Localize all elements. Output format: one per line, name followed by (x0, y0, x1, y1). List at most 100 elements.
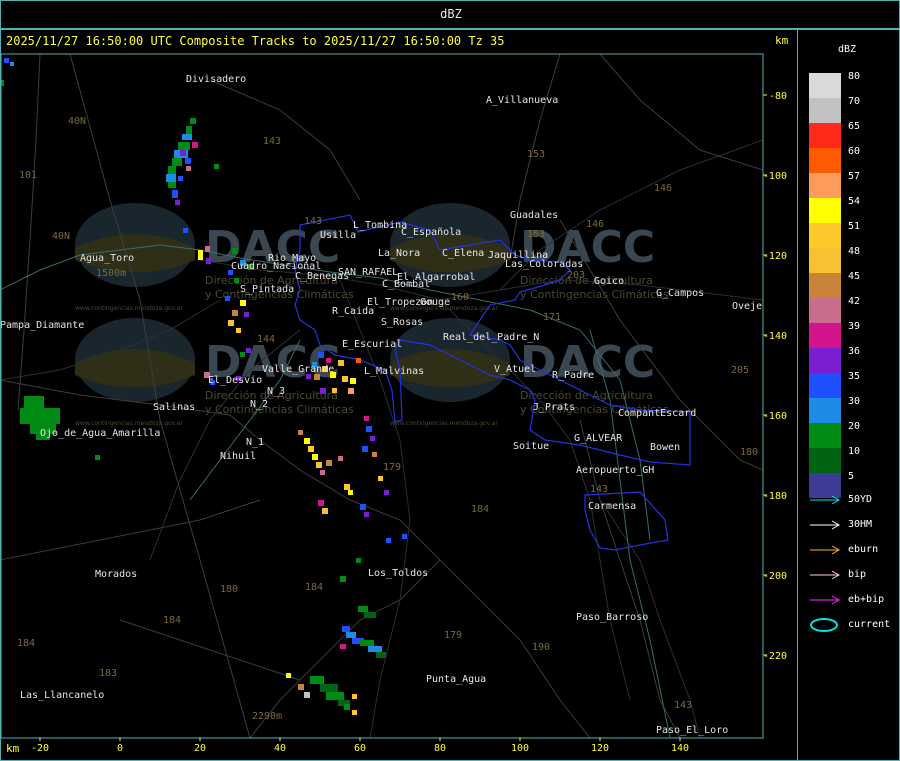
place-label: R_Padre (552, 370, 594, 381)
echo-cell (338, 360, 344, 366)
echo-cell (228, 320, 234, 326)
echo-cell (378, 476, 383, 481)
echo-cell (192, 142, 198, 148)
echo-cell (344, 484, 350, 490)
x-tick-label: 100 (511, 743, 529, 754)
place-label: L_Tombina (353, 220, 407, 231)
route-label: 146 (586, 219, 604, 230)
place-label: El_Desvio (208, 375, 262, 386)
x-tick-label: 140 (671, 743, 689, 754)
place-label: Guadales (510, 210, 558, 221)
echo-cell (175, 200, 180, 205)
echo-cell (352, 694, 357, 699)
legend-swatch (809, 173, 841, 198)
echo-cell (20, 408, 60, 424)
echo-cell (326, 358, 331, 363)
echo-cell (95, 455, 100, 460)
route-label: 143 (263, 136, 281, 147)
legend-track-label: current (848, 619, 891, 630)
legend-swatch (809, 273, 841, 298)
route-label: 153 (527, 229, 545, 240)
legend-track-label: 30HM (848, 519, 873, 530)
place-label: Soitue (513, 441, 549, 452)
route-label: 183 (99, 668, 117, 679)
route-label: 160 (451, 292, 469, 303)
legend-swatch (809, 73, 841, 98)
echo-cell (326, 692, 344, 700)
y-axis-ticks: -80 -100 -120 -140 -160 -180 -200 -220 (763, 91, 787, 662)
radar-map[interactable]: DACCDirección de Agriculturay Contingenc… (0, 0, 798, 761)
place-label: C_Bombal (382, 279, 430, 290)
echo-cell (376, 652, 386, 658)
x-tick-label: 40 (274, 743, 286, 754)
place-label: E_Escurial (342, 339, 402, 350)
place-label: Real_del_Padre_N (443, 332, 539, 343)
place-label: Ovejero (732, 301, 774, 312)
echo-cell (318, 500, 324, 506)
place-label: V_Atuel (494, 364, 536, 375)
echo-cell (24, 396, 44, 408)
current-track-icon (810, 618, 838, 632)
echo-cell (356, 558, 361, 563)
legend-swatch (809, 423, 841, 448)
route-label: 203 (567, 270, 585, 281)
echo-cell (286, 673, 291, 678)
echo-cell (362, 446, 368, 452)
echo-cell (342, 626, 350, 632)
place-label: Nihuil (220, 451, 256, 462)
legend-value: 48 (848, 246, 861, 257)
legend-value: 54 (848, 196, 861, 207)
echo-cell (4, 58, 9, 63)
echo-cell (358, 606, 368, 612)
place-label: S_Rosas (381, 317, 423, 328)
echo-cell (304, 692, 310, 698)
route-label: 205 (731, 365, 749, 376)
route-label: 101 (19, 170, 37, 181)
place-label: G_ALVEAR (574, 433, 623, 444)
legend-swatch (809, 223, 841, 248)
echo-cell (344, 704, 350, 710)
x-tick-label: 0 (117, 743, 123, 754)
place-label: A_Villanueva (486, 95, 558, 106)
echo-cell (168, 182, 176, 188)
track-arrow-icon (810, 520, 841, 530)
route-label: 179 (383, 462, 401, 473)
route-label: 144 (257, 334, 275, 345)
echo-cell (240, 300, 246, 306)
legend-value: 70 (848, 96, 861, 107)
track-arrow-icon (810, 545, 841, 555)
echo-cell (205, 246, 210, 252)
radar-echoes (1, 58, 407, 715)
echo-cell (364, 612, 376, 618)
route-label: 179 (444, 630, 462, 641)
legend-value: 36 (848, 346, 861, 357)
x-tick-label: 60 (354, 743, 366, 754)
echo-cell (168, 166, 176, 174)
place-label: Bowen (650, 442, 680, 453)
place-label: Punta_Agua (426, 674, 486, 685)
legend-value: 45 (848, 271, 861, 282)
echo-cell (214, 164, 219, 169)
place-label: Agua_Toro (80, 253, 134, 264)
y-tick-label: -140 (763, 331, 787, 342)
echo-cell (308, 446, 314, 452)
echo-cell (356, 358, 361, 363)
echo-cell (340, 576, 346, 582)
place-label: Morados (95, 569, 137, 580)
legend-value: 39 (848, 321, 861, 332)
x-tick-label: 20 (194, 743, 206, 754)
echo-cell (206, 258, 211, 264)
echo-cell (360, 640, 374, 646)
legend-swatch (809, 398, 841, 423)
place-label: Salinas (153, 402, 195, 413)
y-tick-label: -120 (763, 251, 787, 262)
route-label: 180 (740, 447, 758, 458)
x-tick-label: -20 (31, 743, 49, 754)
place-label: Pampa_Diamante (0, 320, 84, 331)
y-tick-label: -160 (763, 411, 787, 422)
echo-cell (178, 142, 190, 150)
x-tick-label: 80 (434, 743, 446, 754)
echo-cell (320, 470, 325, 475)
route-label: 143 (590, 484, 608, 495)
watermark-line2: y Contingencias Climáticas (520, 288, 669, 301)
